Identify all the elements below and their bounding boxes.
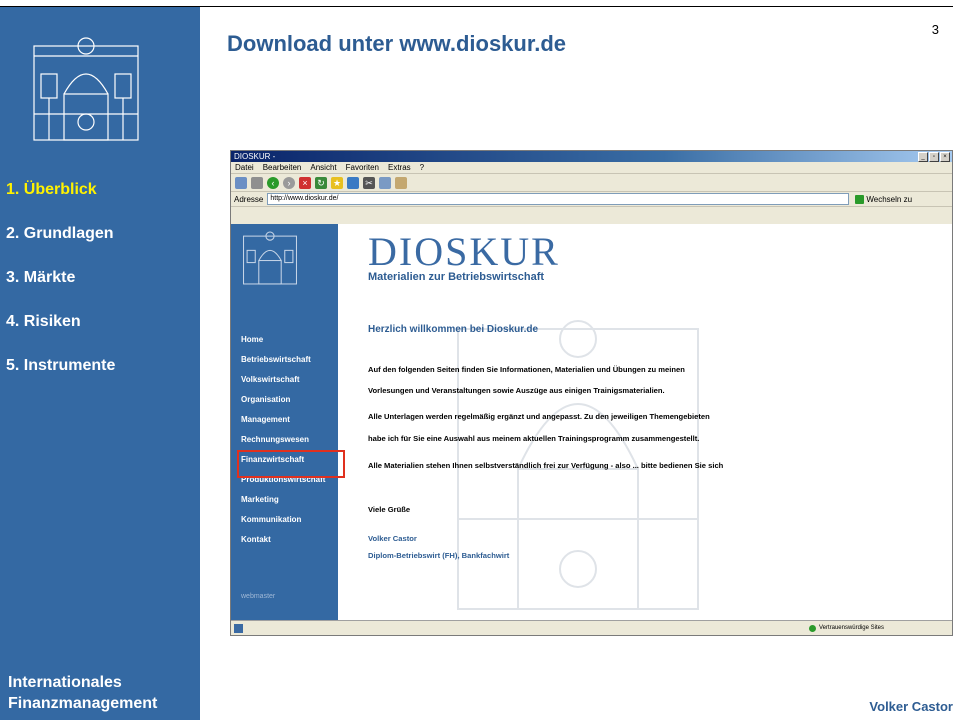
- security-zone: Vertrauenswürdige Sites: [808, 621, 884, 635]
- browser-toolbar: ‹ › × ↻ ★ ✂: [231, 174, 952, 192]
- site-nav-marketing[interactable]: Marketing: [241, 494, 341, 514]
- site-nav-management[interactable]: Management: [241, 414, 341, 434]
- menu-bearbeiten[interactable]: Bearbeiten: [263, 162, 302, 173]
- chapter-item-risiken[interactable]: 4. Risiken: [6, 307, 115, 351]
- signature-title: Diplom-Betriebswirt (FH), Bankfachwirt: [368, 551, 510, 560]
- address-bar: Adresse http://www.dioskur.de/ Wechseln …: [231, 192, 952, 207]
- cut-icon[interactable]: ✂: [363, 176, 375, 189]
- site-nav-kommunikation[interactable]: Kommunikation: [241, 514, 341, 534]
- back-icon[interactable]: ‹: [267, 176, 279, 189]
- page-status-icon: [234, 623, 243, 633]
- site-nav-produktionswirtschaft[interactable]: Produktionswirtschaft: [241, 474, 341, 494]
- history-icon[interactable]: [347, 176, 359, 189]
- site-nav: Home Betriebswirtschaft Volkswirtschaft …: [237, 334, 345, 554]
- menu-extras[interactable]: Extras: [388, 162, 411, 173]
- course-title: Internationales Finanzmanagement: [8, 672, 157, 714]
- menu-help[interactable]: ?: [420, 162, 424, 173]
- chapter-item-maerkte[interactable]: 3. Märkte: [6, 263, 115, 307]
- stop-icon[interactable]: ×: [299, 176, 311, 189]
- menu-datei[interactable]: Datei: [235, 162, 254, 173]
- forward-icon[interactable]: ›: [283, 176, 295, 189]
- webmaster-link[interactable]: webmaster: [241, 593, 275, 600]
- signature-name: Volker Castor: [368, 534, 417, 543]
- slide-title: Download unter www.dioskur.de: [227, 31, 566, 56]
- site-nav-kontakt[interactable]: Kontakt: [241, 534, 341, 554]
- site-nav-finanzwirtschaft[interactable]: Finanzwirtschaft: [237, 450, 345, 478]
- intro-line-1: Auf den folgenden Seiten finden Sie Info…: [368, 365, 685, 374]
- site-logo-icon: [243, 231, 297, 285]
- site-nav-volkswirtschaft[interactable]: Volkswirtschaft: [241, 374, 341, 394]
- intro-line-5: Alle Materialien stehen Ihnen selbstvers…: [368, 461, 724, 470]
- web-content: Home Betriebswirtschaft Volkswirtschaft …: [231, 224, 952, 620]
- go-arrow-icon: [855, 194, 865, 204]
- trusted-sites-icon: [808, 624, 816, 632]
- close-icon[interactable]: ×: [940, 152, 950, 162]
- site-nav-rechnungswesen[interactable]: Rechnungswesen: [241, 434, 341, 454]
- chapter-item-instrumente[interactable]: 5. Instrumente: [6, 351, 115, 395]
- intro-line-2: Vorlesungen und Veranstaltungen sowie Au…: [368, 386, 665, 395]
- address-label: Adresse: [234, 194, 264, 204]
- welcome-heading: Herzlich willkommen bei Dioskur.de: [368, 324, 539, 335]
- site-nav-betriebswirtschaft[interactable]: Betriebswirtschaft: [241, 354, 341, 374]
- course-title-line2: Finanzmanagement: [8, 695, 158, 712]
- site-main: DIOSKUR Materialien zur Betriebswirtscha…: [338, 224, 952, 620]
- window-title: DIOSKUR -: [234, 152, 276, 161]
- url-input[interactable]: http://www.dioskur.de/: [267, 193, 850, 205]
- menu-bar: Datei Bearbeiten Ansicht Favoriten Extra…: [231, 162, 952, 174]
- site-tagline: Materialien zur Betriebswirtschaft: [368, 271, 545, 283]
- browser-titlebar: DIOSKUR - _ ▫ ×: [231, 151, 952, 162]
- course-title-line1: Internationales: [8, 674, 122, 691]
- chapter-item-grundlagen[interactable]: 2. Grundlagen: [6, 219, 115, 263]
- minimize-icon[interactable]: _: [918, 152, 928, 162]
- site-nav-organisation[interactable]: Organisation: [241, 394, 341, 414]
- menu-favoriten[interactable]: Favoriten: [346, 162, 379, 173]
- intro-line-3: Alle Unterlagen werden regelmäßig ergänz…: [368, 412, 710, 421]
- document-icon[interactable]: [235, 176, 247, 189]
- chapter-nav: 1. Überblick 2. Grundlagen 3. Märkte 4. …: [6, 175, 115, 395]
- greeting: Viele Grüße: [368, 505, 411, 514]
- security-zone-label: Vertrauenswürdige Sites: [818, 625, 884, 631]
- go-label: Wechseln zu: [866, 194, 913, 204]
- print-icon[interactable]: [251, 176, 263, 189]
- dioskur-logo-icon: [33, 37, 139, 141]
- maximize-icon[interactable]: ▫: [929, 152, 939, 162]
- site-nav-home[interactable]: Home: [241, 334, 341, 354]
- page-number: 3: [931, 22, 939, 37]
- copy-icon[interactable]: [379, 176, 391, 189]
- menu-ansicht[interactable]: Ansicht: [310, 162, 336, 173]
- author-name: Volker Castor: [869, 699, 953, 714]
- site-sidebar: Home Betriebswirtschaft Volkswirtschaft …: [231, 224, 345, 620]
- chapter-item-ueberblick[interactable]: 1. Überblick: [6, 175, 115, 219]
- slide-sidebar: 1. Überblick 2. Grundlagen 3. Märkte 4. …: [0, 7, 200, 720]
- favorites-star-icon[interactable]: ★: [331, 176, 343, 189]
- status-bar: Vertrauenswürdige Sites: [231, 620, 952, 635]
- paste-icon[interactable]: [395, 176, 407, 189]
- intro-line-4: habe ich für Sie eine Auswahl aus meinem…: [368, 434, 700, 443]
- site-brand: DIOSKUR: [368, 229, 560, 274]
- go-button[interactable]: Wechseln zu: [855, 194, 913, 204]
- browser-window: DIOSKUR - _ ▫ × Datei Bearbeiten Ansicht…: [230, 150, 953, 636]
- refresh-icon[interactable]: ↻: [315, 176, 327, 189]
